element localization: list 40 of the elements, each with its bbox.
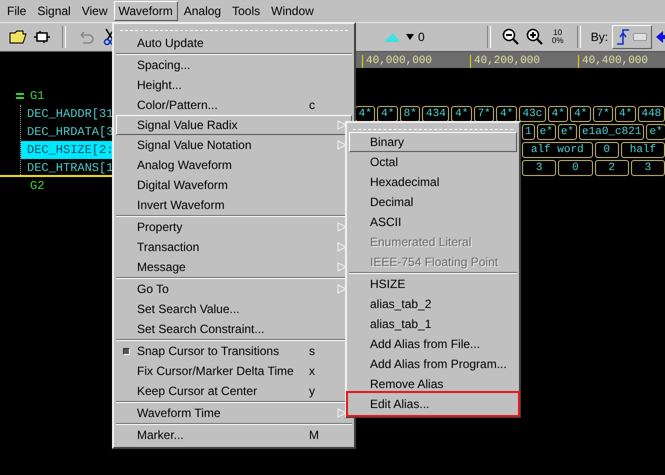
ruler-tick-label: 40,000,000 bbox=[362, 55, 470, 68]
rising-edge-icon bbox=[616, 28, 630, 46]
menu-item[interactable]: Signal Value Radix bbox=[116, 115, 352, 135]
bus-value: e* bbox=[646, 124, 665, 140]
zoom-out-icon[interactable] bbox=[500, 27, 521, 47]
group-name[interactable]: G2 bbox=[30, 179, 44, 193]
bus-value: e* bbox=[536, 124, 556, 140]
signal-row[interactable]: DEC_HTRANS[1 bbox=[21, 159, 112, 177]
bus-value: 2 bbox=[594, 160, 629, 176]
bus-value: e* bbox=[558, 124, 578, 140]
menu-bar-item[interactable]: Waveform bbox=[114, 1, 178, 21]
ruler-tick-label: 40,200,000 bbox=[470, 55, 578, 68]
bus-value: 1 bbox=[522, 124, 535, 140]
zoom-in-icon[interactable] bbox=[524, 27, 545, 47]
bus-value: 3 bbox=[630, 160, 665, 176]
bus-value: 4* bbox=[570, 106, 591, 122]
bus-value: 4* bbox=[615, 106, 636, 122]
signal-row[interactable]: DEC_HSIZE[2: bbox=[21, 141, 112, 159]
zoom-full-button[interactable]: 100% bbox=[548, 29, 567, 45]
bus-value: e1a0_c821 bbox=[579, 124, 644, 140]
bus-value: half bbox=[620, 142, 665, 158]
by-label: By: bbox=[590, 30, 608, 44]
bus-value: 0 bbox=[558, 160, 592, 176]
signal-row[interactable]: DEC_HRDATA[3 bbox=[21, 123, 112, 141]
bus-value: 43c bbox=[518, 106, 546, 122]
bus-value: 4* bbox=[548, 106, 568, 122]
cursor-value: 0 bbox=[418, 30, 425, 44]
ruler-tick-label: 40,400,000 bbox=[578, 55, 665, 68]
collapse-icon[interactable] bbox=[16, 93, 24, 99]
caret-icon[interactable] bbox=[406, 34, 414, 40]
bus-value: 448 bbox=[638, 106, 665, 122]
bus-value: 3 bbox=[522, 160, 556, 176]
toggle-icon bbox=[633, 33, 648, 41]
menu-item[interactable]: Binary bbox=[349, 132, 517, 152]
signal-row[interactable]: DEC_HADDR[31 bbox=[21, 105, 112, 123]
bus-value: 0 bbox=[594, 142, 619, 158]
bus-value: 7* bbox=[592, 106, 614, 122]
snap-mode-button[interactable] bbox=[612, 25, 652, 49]
bus-value: alf word bbox=[522, 142, 593, 158]
group-name[interactable]: G1 bbox=[30, 89, 44, 103]
